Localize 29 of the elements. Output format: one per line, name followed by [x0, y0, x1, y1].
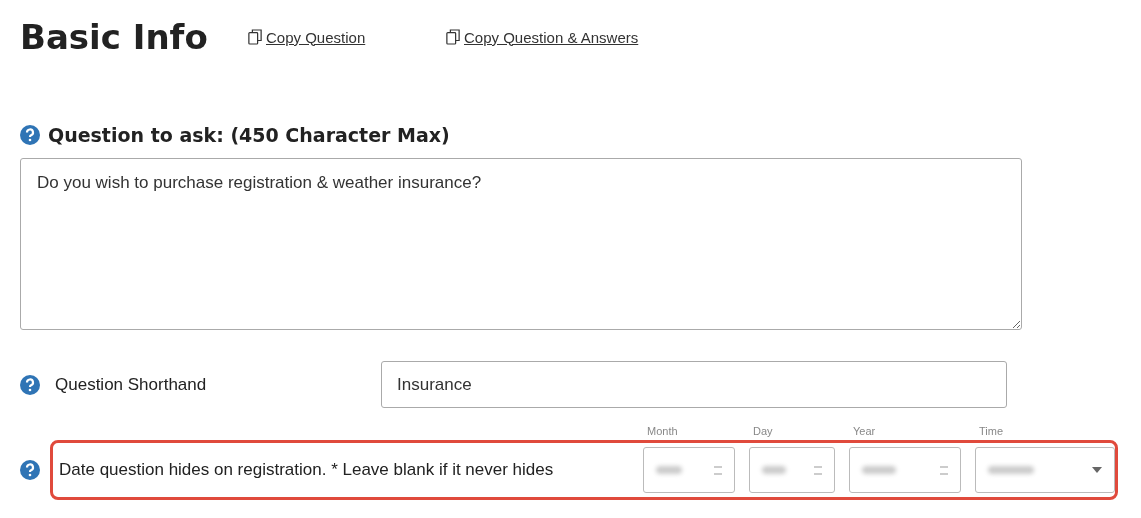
blurred-arrows	[940, 465, 948, 475]
field-label: Date question hides on registration. * Leave blank if it never hides	[59, 460, 555, 480]
field-label: Day	[753, 425, 773, 437]
copy-link[interactable]: Copy Question	[248, 28, 446, 46]
blurred-value	[988, 466, 1034, 474]
help-icon[interactable]	[20, 460, 40, 480]
field-label: Question Shorthand	[55, 374, 208, 395]
caret-icon	[1092, 467, 1102, 473]
copy-link[interactable]: Copy Question & Answers	[446, 28, 639, 46]
blurred-arrows	[714, 465, 722, 475]
field-label: Month	[647, 425, 678, 437]
blurred-value	[656, 466, 683, 474]
page-title: Basic Info	[20, 17, 209, 57]
date-select[interactable]	[643, 447, 735, 493]
help-icon[interactable]	[20, 374, 40, 395]
copy-icon	[248, 29, 262, 45]
field-label: Question to ask: (450 Character Max)	[48, 124, 450, 146]
help-icon[interactable]	[20, 125, 40, 145]
blurred-value	[762, 466, 786, 474]
field-label: Time	[979, 425, 1004, 437]
copy-icon	[446, 29, 460, 45]
date-select[interactable]	[749, 447, 835, 493]
date-select[interactable]	[975, 447, 1115, 493]
blurred-value	[862, 466, 897, 474]
date-select[interactable]	[849, 447, 961, 493]
shorthand-input[interactable]: Insurance	[381, 361, 1007, 408]
question-textarea[interactable]: Do you wish to purchase registration & weather insurance?	[20, 158, 1022, 330]
blurred-arrows	[814, 465, 822, 475]
field-label: Year	[853, 425, 876, 437]
